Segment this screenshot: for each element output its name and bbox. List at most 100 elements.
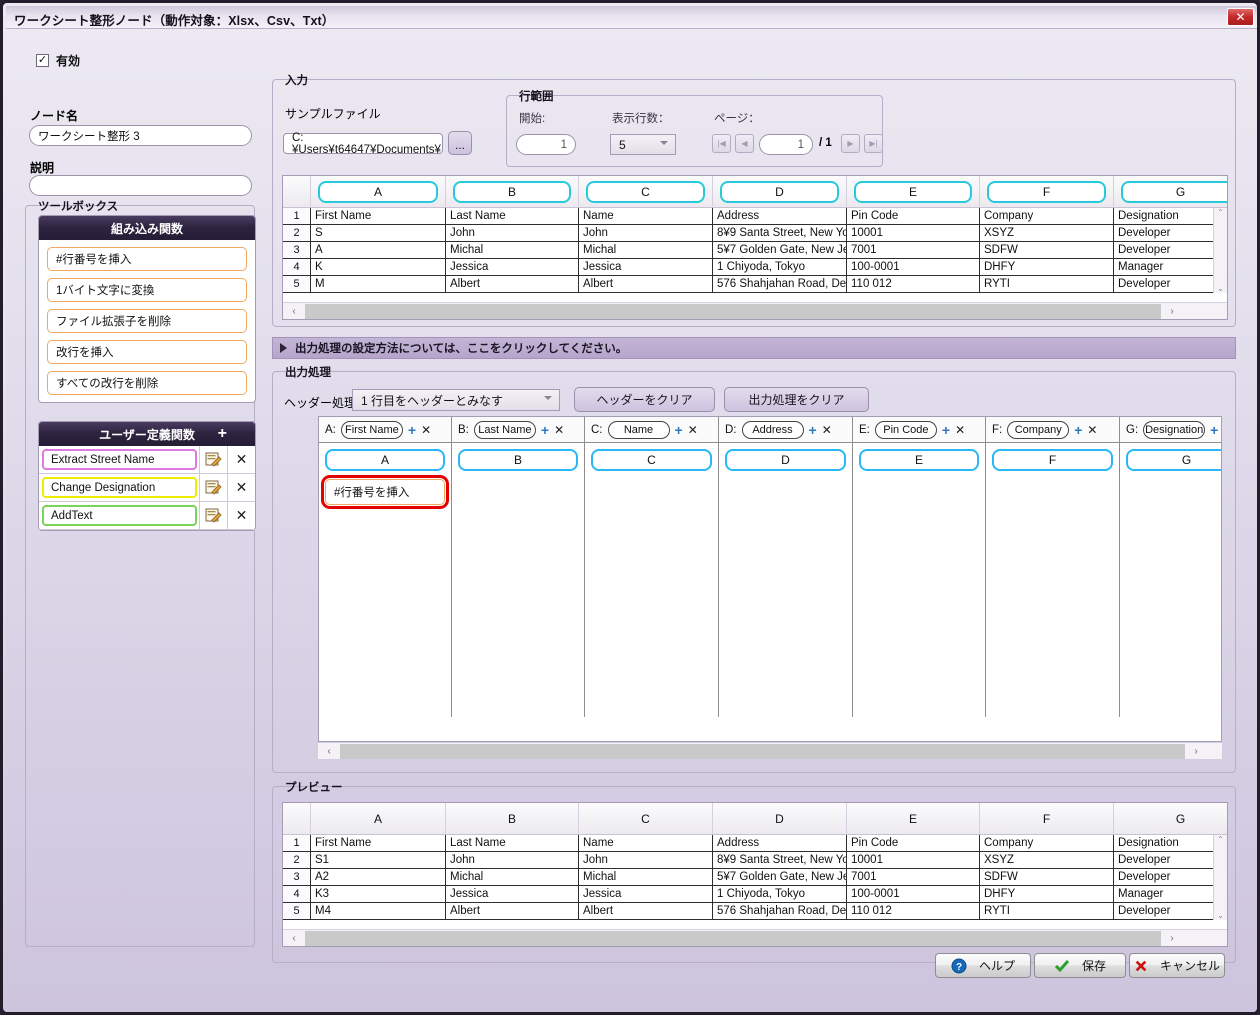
add-udf-button[interactable]: + bbox=[218, 424, 227, 444]
output-column-cap[interactable]: G bbox=[1126, 449, 1221, 471]
table-cell[interactable]: Developer bbox=[1114, 242, 1227, 258]
header-proc-select[interactable]: 1 行目をヘッダーとみなす bbox=[352, 389, 560, 411]
table-cell[interactable]: 100-0001 bbox=[847, 886, 980, 902]
builtin-function-item[interactable]: すべての改行を削除 bbox=[47, 371, 247, 395]
column-header-label[interactable]: B bbox=[453, 180, 571, 203]
enabled-checkbox[interactable]: ✓ bbox=[36, 54, 49, 67]
table-row[interactable]: 4 K Jessica Jessica 1 Chiyoda, Tokyo 100-0001… bbox=[283, 259, 1227, 276]
column-header-e[interactable]: E bbox=[847, 176, 980, 207]
table-row[interactable]: 5 M Albert Albert 576 Shahjahan Road, Delhi 1… bbox=[283, 276, 1227, 293]
scroll-up-icon[interactable]: ⌃ bbox=[1217, 835, 1224, 844]
table-cell[interactable]: 10001 bbox=[847, 225, 980, 241]
output-column-e[interactable]: E bbox=[853, 443, 986, 717]
remove-column-button[interactable]: ✕ bbox=[955, 424, 965, 436]
remove-column-button[interactable]: ✕ bbox=[822, 424, 832, 436]
column-header-f[interactable]: F bbox=[980, 803, 1114, 834]
output-column-name-tag[interactable]: First Name bbox=[340, 420, 403, 439]
udf-name[interactable]: Change Designation bbox=[42, 477, 197, 498]
table-row[interactable]: 1 First Name Last Name Name Address Pin Code C… bbox=[283, 835, 1227, 852]
column-header-g[interactable]: G bbox=[1114, 803, 1227, 834]
table-cell[interactable]: Developer bbox=[1114, 903, 1227, 919]
table-cell[interactable]: Albert bbox=[579, 276, 713, 292]
sample-file-input[interactable]: C:¥Users¥t64647¥Documents¥ bbox=[283, 132, 443, 156]
prev-page-button[interactable]: ◀ bbox=[735, 134, 754, 153]
table-cell[interactable]: Developer bbox=[1114, 852, 1227, 868]
builtin-function-item[interactable]: ファイル拡張子を削除 bbox=[47, 309, 247, 333]
table-cell[interactable]: RYTI bbox=[980, 903, 1114, 919]
help-button[interactable]: ? ヘルプ bbox=[935, 953, 1031, 978]
table-cell[interactable]: John bbox=[579, 225, 713, 241]
table-cell[interactable]: Albert bbox=[446, 903, 579, 919]
column-header-f[interactable]: F bbox=[980, 176, 1114, 207]
remove-column-button[interactable]: ✕ bbox=[554, 424, 564, 436]
table-cell[interactable]: 576 Shahjahan Road, Delhi bbox=[713, 276, 847, 292]
hscroll-thumb[interactable] bbox=[305, 303, 1161, 319]
table-row[interactable]: 2 S1 John John 8¥9 Santa Street, New York 100… bbox=[283, 852, 1227, 869]
table-cell[interactable]: Address bbox=[713, 835, 847, 851]
table-cell[interactable]: Last Name bbox=[446, 208, 579, 224]
column-header-b[interactable]: B bbox=[446, 176, 579, 207]
rows-select[interactable]: 5 bbox=[610, 134, 676, 155]
add-function-button[interactable]: + bbox=[541, 423, 549, 437]
table-cell[interactable]: Jessica bbox=[579, 259, 713, 275]
table-cell[interactable]: Manager bbox=[1114, 259, 1227, 275]
delete-udf-button[interactable]: ✕ bbox=[227, 446, 255, 473]
edit-icon[interactable] bbox=[199, 446, 227, 473]
table-hscrollbar[interactable]: ‹ › bbox=[283, 929, 1227, 946]
scroll-up-icon[interactable]: ⌃ bbox=[1217, 208, 1224, 217]
table-cell[interactable]: Michal bbox=[446, 242, 579, 258]
add-function-button[interactable]: + bbox=[1210, 423, 1218, 437]
table-cell[interactable]: 7001 bbox=[847, 869, 980, 885]
delete-udf-button[interactable]: ✕ bbox=[227, 474, 255, 501]
scroll-left-icon[interactable]: ‹ bbox=[318, 746, 340, 757]
table-cell[interactable]: 8¥9 Santa Street, New York bbox=[713, 225, 847, 241]
table-cell[interactable]: Jessica bbox=[446, 886, 579, 902]
output-column-d[interactable]: D bbox=[719, 443, 853, 717]
table-vscrollbar[interactable]: ⌃ ⌄ bbox=[1213, 208, 1227, 293]
output-column-name-tag[interactable]: Designation bbox=[1143, 420, 1206, 439]
table-cell[interactable]: Jessica bbox=[579, 886, 713, 902]
node-name-input[interactable]: ワークシート整形 3 bbox=[29, 125, 252, 146]
table-cell[interactable]: Manager bbox=[1114, 886, 1227, 902]
column-header-label[interactable]: F bbox=[987, 180, 1106, 203]
output-column-c[interactable]: C bbox=[585, 443, 719, 717]
table-cell[interactable]: Name bbox=[579, 835, 713, 851]
table-cell[interactable]: Address bbox=[713, 208, 847, 224]
column-header-c[interactable]: C bbox=[579, 803, 713, 834]
scroll-down-icon[interactable]: ⌄ bbox=[1217, 284, 1224, 293]
table-row[interactable]: 5 M4 Albert Albert 576 Shahjahan Road, Delhi… bbox=[283, 903, 1227, 920]
output-column-b[interactable]: B bbox=[452, 443, 585, 717]
input-table[interactable]: A B C D E F G 1 First Name Last Name Name Address Pi… bbox=[282, 175, 1228, 320]
table-cell[interactable]: Company bbox=[980, 835, 1114, 851]
table-cell[interactable]: First Name bbox=[311, 835, 446, 851]
output-column-name-tag[interactable]: Company bbox=[1007, 420, 1070, 439]
help-banner[interactable]: 出力処理の設定方法については、ここをクリックしてください。 bbox=[272, 337, 1236, 359]
table-cell[interactable]: A bbox=[311, 242, 446, 258]
enabled-checkbox-row[interactable]: ✓ 有効 bbox=[36, 52, 80, 69]
next-page-button[interactable]: ▶ bbox=[841, 134, 860, 153]
builtin-function-item[interactable]: #行番号を挿入 bbox=[47, 247, 247, 271]
table-cell[interactable]: 10001 bbox=[847, 852, 980, 868]
table-cell[interactable]: Albert bbox=[579, 903, 713, 919]
table-cell[interactable]: Designation bbox=[1114, 208, 1227, 224]
scroll-right-icon[interactable]: › bbox=[1161, 933, 1183, 944]
edit-icon[interactable] bbox=[199, 502, 227, 529]
column-header-g[interactable]: G bbox=[1114, 176, 1227, 207]
table-cell[interactable]: XSYZ bbox=[980, 852, 1114, 868]
output-column-g[interactable]: G bbox=[1120, 443, 1221, 717]
add-function-button[interactable]: + bbox=[809, 423, 817, 437]
output-column-cap[interactable]: F bbox=[992, 449, 1113, 471]
description-input[interactable] bbox=[29, 175, 252, 196]
table-cell[interactable]: A2 bbox=[311, 869, 446, 885]
table-cell[interactable]: Developer bbox=[1114, 276, 1227, 292]
table-row[interactable]: 4 K3 Jessica Jessica 1 Chiyoda, Tokyo 100-000… bbox=[283, 886, 1227, 903]
table-cell[interactable]: Developer bbox=[1114, 869, 1227, 885]
table-cell[interactable]: 576 Shahjahan Road, Delhi bbox=[713, 903, 847, 919]
column-header-e[interactable]: E bbox=[847, 803, 980, 834]
column-header-a[interactable]: A bbox=[311, 803, 446, 834]
last-page-button[interactable]: ▶| bbox=[864, 134, 883, 153]
scroll-left-icon[interactable]: ‹ bbox=[283, 933, 305, 944]
add-function-button[interactable]: + bbox=[942, 423, 950, 437]
output-hscrollbar[interactable]: ‹ › bbox=[318, 742, 1222, 759]
table-vscrollbar[interactable]: ⌃ ⌄ bbox=[1213, 835, 1227, 920]
